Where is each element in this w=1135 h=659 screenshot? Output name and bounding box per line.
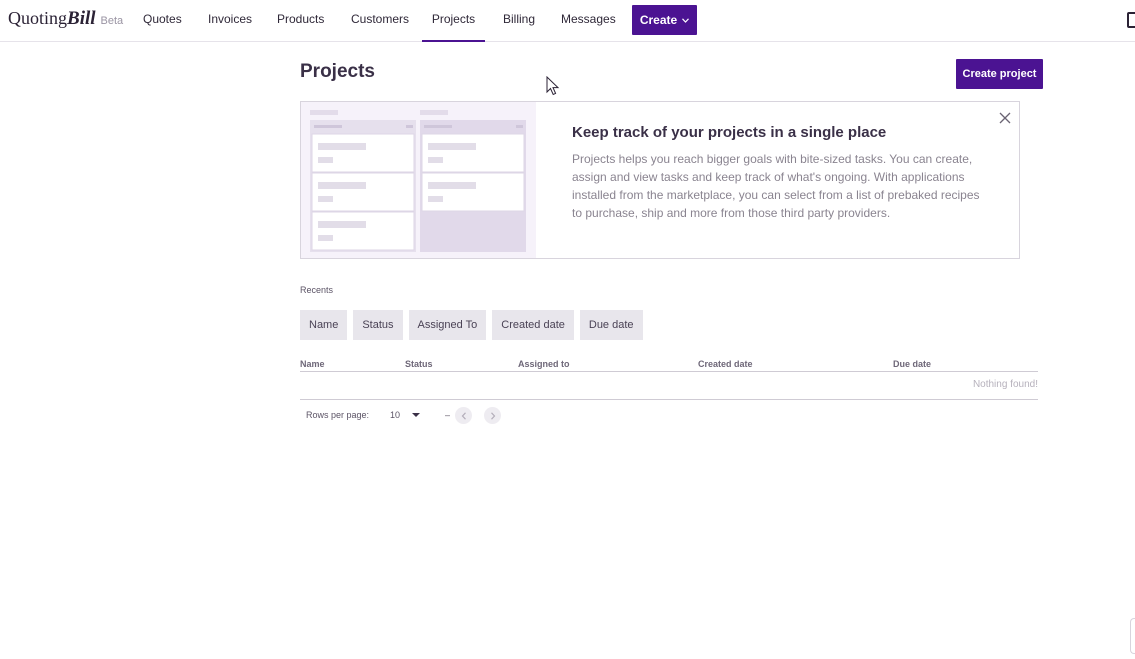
- app-logo[interactable]: Quoting Bill Beta: [8, 8, 123, 30]
- dropdown-arrow-icon: [412, 413, 421, 417]
- banner-description: Projects helps you reach bigger goals wi…: [572, 152, 980, 220]
- chevron-right-icon: [490, 411, 495, 420]
- close-icon[interactable]: [999, 112, 1011, 124]
- rows-per-page-select[interactable]: 10: [390, 406, 430, 424]
- chevron-left-icon: [461, 411, 466, 420]
- mouse-cursor-icon: [546, 76, 560, 96]
- top-nav: Quoting Bill Beta Quotes Invoices Produc…: [0, 0, 1135, 42]
- page-range: –: [445, 410, 451, 420]
- beta-badge: Beta: [100, 15, 124, 27]
- column-header-created-date[interactable]: Created date: [698, 359, 753, 369]
- column-header-name[interactable]: Name: [300, 359, 325, 369]
- store-icon[interactable]: [1127, 12, 1135, 28]
- column-header-status[interactable]: Status: [405, 359, 433, 369]
- chevron-down-icon: [682, 17, 690, 23]
- side-widget-tab[interactable]: [1130, 618, 1135, 654]
- nav-item-projects[interactable]: Projects: [422, 0, 485, 42]
- filter-chip-name[interactable]: Name: [300, 310, 348, 340]
- nav-item-messages[interactable]: Messages: [561, 0, 616, 42]
- page-title: Projects: [300, 61, 375, 82]
- pagination: Rows per page: 10 –: [306, 406, 606, 424]
- nav-item-products[interactable]: Products: [277, 0, 324, 42]
- next-page-button[interactable]: [484, 407, 501, 424]
- nav-item-customers[interactable]: Customers: [351, 0, 409, 42]
- logo-text-part1: Quoting: [8, 8, 68, 28]
- projects-intro-banner: Keep track of your projects in a single …: [300, 101, 1020, 259]
- logo-text-part2: Bill: [67, 8, 96, 29]
- column-header-due-date[interactable]: Due date: [893, 359, 931, 369]
- filter-chip-status[interactable]: Status: [353, 310, 403, 340]
- nav-item-invoices[interactable]: Invoices: [208, 0, 252, 42]
- create-menu-label: Create: [639, 13, 678, 27]
- rows-per-page-value: 10: [390, 410, 401, 420]
- kanban-illustration: [301, 102, 536, 258]
- table-empty-row: Nothing found!: [300, 372, 1038, 400]
- previous-page-button[interactable]: [455, 407, 472, 424]
- projects-table-header: Name Status Assigned to Created date Due…: [300, 358, 1038, 372]
- banner-title: Keep track of your projects in a single …: [572, 124, 887, 141]
- recents-label: Recents: [300, 285, 334, 295]
- filter-chip-due-date[interactable]: Due date: [579, 310, 643, 340]
- recents-filter-chips: Name Status Assigned To Created date Due…: [300, 310, 643, 340]
- rows-per-page-label: Rows per page:: [306, 410, 370, 420]
- filter-chip-assigned-to[interactable]: Assigned To: [408, 310, 487, 340]
- column-header-assigned-to[interactable]: Assigned to: [518, 359, 570, 369]
- create-project-button[interactable]: Create project: [956, 59, 1043, 89]
- nav-item-billing[interactable]: Billing: [503, 0, 535, 42]
- filter-chip-created-date[interactable]: Created date: [492, 310, 574, 340]
- create-menu-button[interactable]: Create: [632, 5, 697, 35]
- empty-state-text: Nothing found!: [972, 379, 1038, 390]
- nav-item-quotes[interactable]: Quotes: [143, 0, 182, 42]
